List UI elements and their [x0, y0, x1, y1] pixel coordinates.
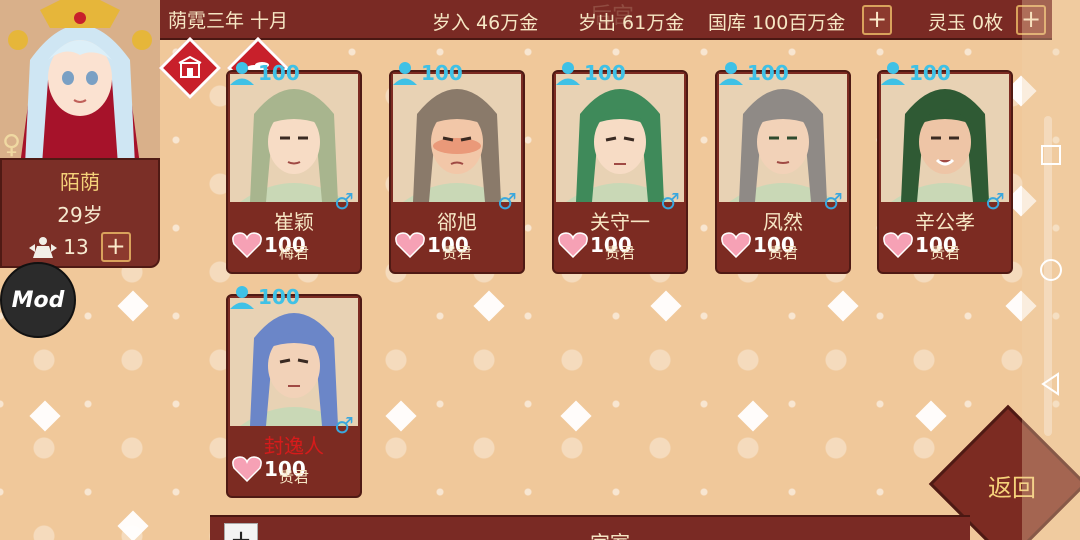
bottom-bar: + 宫室: [210, 515, 970, 540]
portrait-art: [881, 74, 1009, 202]
mind-stat: 100: [228, 284, 300, 310]
person-mind-icon: [556, 62, 580, 85]
portrait-art: [556, 74, 684, 202]
mind-stat: 100: [554, 60, 626, 86]
consort-name: 封逸人: [264, 434, 324, 458]
consort-portrait: [881, 74, 1009, 202]
consort-card[interactable]: 100 ♂ 辛公孝 贵君 100: [877, 60, 1013, 274]
consort-portrait: [393, 74, 521, 202]
top-status-bar: 荫霓三年 十月 后宫 岁入 46万金 岁出 61万金 国库 100百万金 + 灵…: [160, 0, 1052, 40]
consort-rank: 贵君: [278, 468, 309, 486]
card-frame: 100 ♂ 凤然 贵君: [715, 70, 851, 274]
mind-stat: 100: [717, 60, 789, 86]
mind-value: 100: [258, 285, 300, 309]
consort-card[interactable]: 100 ♂ 关守一 贵君 100: [552, 60, 688, 274]
consort-name: 凤然: [763, 210, 803, 234]
followers-count: 13: [63, 235, 89, 259]
mind-stat: 100: [391, 60, 463, 86]
consort-portrait: [230, 74, 358, 202]
person-mind-icon: [393, 62, 417, 85]
consort-portrait: [556, 74, 684, 202]
mod-button[interactable]: Mod: [0, 262, 76, 338]
palace-icon: [178, 55, 202, 78]
consort-rank: 贵君: [929, 244, 960, 262]
consort-portrait: [719, 74, 847, 202]
person-mind-icon: [230, 286, 254, 309]
card-frame: 100 ♂ 辛公孝 贵君: [877, 70, 1013, 274]
consort-name: 辛公孝: [915, 210, 975, 234]
mind-value: 100: [909, 61, 951, 85]
person-mind-icon: [719, 62, 743, 85]
portrait-art: [230, 74, 358, 202]
consort-rank: 贵君: [441, 244, 472, 262]
followers-icon: [29, 237, 58, 258]
person-mind-icon: [230, 62, 254, 85]
add-palace-button[interactable]: +: [224, 523, 258, 540]
card-frame: 100 ♂ 关守一 贵君: [552, 70, 688, 274]
mind-value: 100: [421, 61, 463, 85]
add-followers-button[interactable]: +: [100, 232, 131, 262]
consort-name: 关守一: [590, 210, 650, 234]
person-mind-icon: [881, 62, 905, 85]
mind-stat: 100: [879, 60, 951, 86]
mind-value: 100: [258, 61, 300, 85]
consort-card[interactable]: 100 ♂ 封逸人 贵君 100: [226, 284, 362, 498]
consort-card[interactable]: 100 ♂ 凤然 贵君 100: [715, 60, 851, 274]
add-treasury-button[interactable]: +: [862, 5, 892, 35]
portrait-art: [230, 298, 358, 426]
empress-portrait-art: [0, 0, 160, 165]
player-name: 陌荫: [60, 170, 100, 194]
consort-rank: 贵君: [604, 244, 635, 262]
bottom-bar-label: 宫室: [590, 527, 630, 540]
mind-value: 100: [584, 61, 626, 85]
consort-name: 崔颖: [274, 210, 314, 234]
jade-text: 灵玉 0枚: [928, 12, 1004, 34]
player-info: 陌荫 29岁 13 +: [0, 158, 160, 268]
card-frame: 100 ♂ 封逸人 贵君: [226, 294, 362, 498]
card-frame: 100 ♂ 郤旭 贵君: [389, 70, 525, 274]
consort-rank: 梅君: [278, 244, 309, 262]
female-gender-icon: ♀: [2, 130, 22, 160]
player-panel[interactable]: ♀ 陌荫 29岁 13 +: [0, 0, 160, 268]
scrollbar[interactable]: [1044, 116, 1052, 436]
player-age: 29岁: [57, 203, 103, 227]
consort-portrait: [230, 298, 358, 426]
portrait-art: [393, 74, 521, 202]
consort-name: 郤旭: [437, 210, 477, 234]
consort-card[interactable]: 100 ♂ 郤旭 贵君 100: [389, 60, 525, 274]
game-date: 荫霓三年 十月: [168, 9, 289, 32]
mind-stat: 100: [228, 60, 300, 86]
income-text: 岁入 46万金: [432, 12, 539, 34]
mind-value: 100: [747, 61, 789, 85]
expense-text: 岁出 61万金: [578, 12, 685, 34]
portrait-art: [719, 74, 847, 202]
player-portrait[interactable]: ♀: [0, 0, 160, 165]
consort-card[interactable]: 100 ♂ 崔颖 梅君 100: [226, 60, 362, 274]
treasury-text: 国库 100百万金: [708, 12, 846, 34]
palace-badge[interactable]: [158, 36, 222, 100]
card-frame: 100 ♂ 崔颖 梅君: [226, 70, 362, 274]
consort-rank: 贵君: [767, 244, 798, 262]
